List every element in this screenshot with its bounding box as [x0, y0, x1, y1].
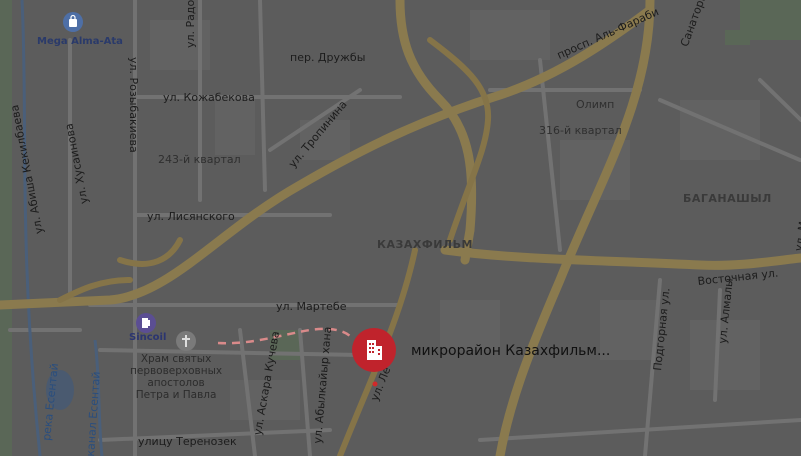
church-line-1: Храм святых [140, 353, 212, 365]
street-label-terenozek: улицу Теренозек [138, 435, 237, 448]
church-cross-icon[interactable] [176, 331, 196, 351]
street-label-rozybakieva: ул. Розыбакиева [127, 57, 140, 153]
street-label-kozhabekova: ул. Кожабекова [163, 91, 255, 104]
poi-label-sincoil[interactable]: Sincoil [129, 331, 166, 344]
church-line-2: первоверховных [130, 365, 223, 377]
poi-label-church[interactable]: Храм святых первоверховных апостолов Пет… [130, 353, 222, 401]
selected-location-pin[interactable] [351, 327, 397, 373]
church-line-4: Петра и Павла [135, 389, 217, 401]
selected-location-label[interactable]: микрорайон Казахфильм... [411, 343, 610, 359]
district-label-bagashyl: БАГАНАШЫЛ [683, 192, 772, 205]
map-base-layer [0, 0, 801, 456]
poi-label-mega[interactable]: Mega Alma-Ata [37, 35, 123, 48]
place-label-243: 243-й квартал [158, 153, 241, 166]
place-label-316: 316-й квартал [539, 124, 622, 137]
map-view[interactable]: ул. Радостовца пер. Дружбы ул. Розыбакие… [0, 0, 801, 456]
fuel-icon[interactable] [136, 313, 156, 333]
street-label-druzhby: пер. Дружбы [290, 51, 366, 64]
shopping-bag-icon[interactable] [63, 12, 83, 32]
place-label-olimp: Олимп [576, 98, 615, 111]
church-line-3: апостолов [147, 377, 205, 389]
street-label-martebe: ул. Мартебе [276, 300, 347, 313]
street-label-radostovtsa: ул. Радостовца [184, 0, 197, 48]
district-label-kazakhfilm: КАЗАХФИЛЬМ [377, 238, 473, 251]
street-label-lisyanskogo: ул. Лисянского [147, 210, 235, 223]
